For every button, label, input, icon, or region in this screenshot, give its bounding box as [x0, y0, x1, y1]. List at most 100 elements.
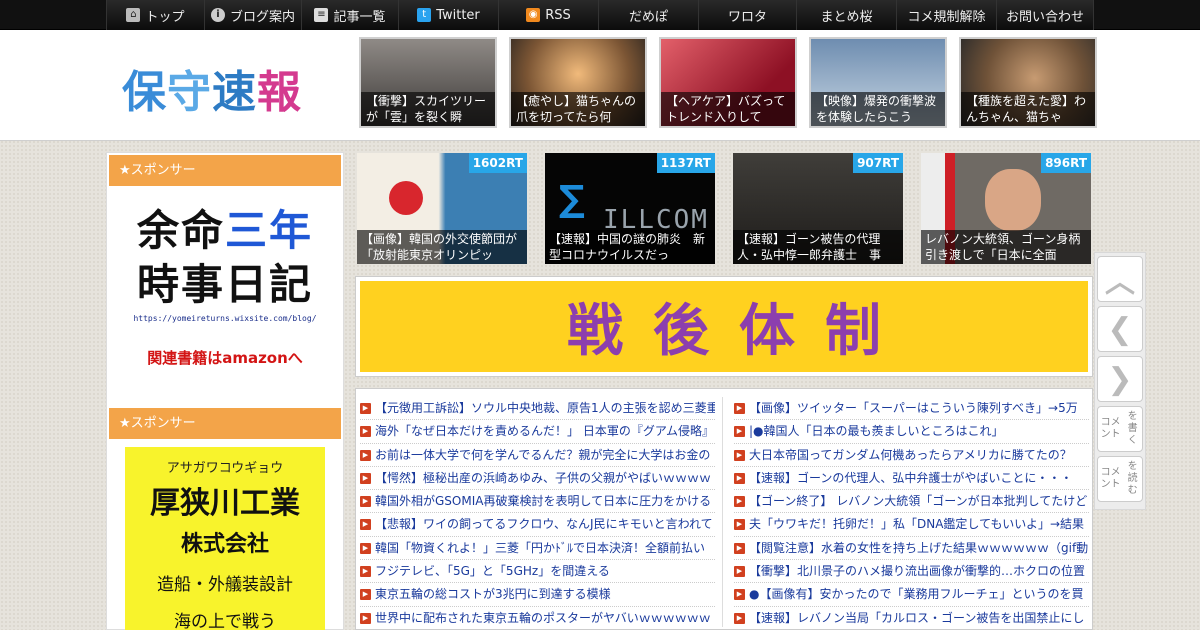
nav-blog-guide[interactable]: i ブログ案内 [204, 0, 301, 30]
home-icon: ⌂ [126, 8, 141, 22]
news-list-item[interactable]: ▶ 海外「なぜ日本だけを責めるんだ！」 日本軍の『グアム侵略』 [360, 420, 715, 444]
rt-article-card[interactable]: 907RT 【速報】ゴーン被告の代理人・弘中惇一郎弁護士 事 [733, 153, 903, 264]
banner-text: 戦後体制 [567, 299, 911, 364]
news-list-item[interactable]: ▶ 【悲報】ワイの飼ってるフクロウ、なんJ民にキモいと言われて [360, 513, 715, 537]
news-title: 【閲覧注意】水着の女性を持ち上げた結果ｗｗｗｗｗｗ（gif動 [749, 540, 1089, 555]
card-image [985, 169, 1041, 231]
thumb-caption: 【映像】爆発の衝撃波を体験したらこう [811, 92, 945, 126]
bullet-arrow-icon: ▶ [734, 566, 745, 578]
previous-page-button[interactable]: ❮ [1097, 306, 1143, 352]
news-list-item[interactable]: ▶ 【衝撃】北川景子のハメ撮り流出画像が衝撃的…ホクロの位置 [734, 560, 1089, 584]
news-title: お前は一体大学で何を学んでるんだ？親が完全に大学はお金の [375, 447, 711, 462]
banner-ad[interactable]: 戦後体制 [355, 276, 1093, 377]
info-icon: i [210, 8, 225, 22]
column-divider [722, 397, 723, 627]
rt-article-card[interactable]: 896RT レバノン大統領、ゴーン身柄引き渡しで「日本に全面 [921, 153, 1091, 264]
news-title: 【ゴーン終了】 レバノン大統領「ゴーンが日本批判してたけど [749, 494, 1088, 509]
floating-nav: ︿ ❮ ❯ コメント を書く コメント を読む [1094, 252, 1146, 510]
news-list-item[interactable]: ▶ 世界中に配布された東京五輪のポスターがヤバいｗｗｗｗｗｗ [360, 607, 715, 629]
nav-matome-sakura[interactable]: まとめ桜 [796, 0, 896, 30]
news-title: フジテレビ、「5G」と「5GHz」を間違える [375, 564, 610, 579]
sponsor-ad-asagawa[interactable]: アサガワコウギョウ 厚狭川工業 株式会社 造船・外艤装設計 海の上で戦う [125, 447, 325, 630]
bullet-arrow-icon: ▶ [734, 403, 745, 414]
ad-amazon-link[interactable]: 関連書籍はamazonへ [107, 347, 343, 368]
read-comment-button[interactable]: コメント を読む [1097, 456, 1143, 502]
bullet-arrow-icon: ▶ [734, 519, 745, 531]
news-list-item[interactable]: ▶ 【速報】レバノン当局「カルロス・ゴーン被告を出国禁止にし [734, 607, 1089, 629]
card-caption: 【速報】中国の謎の肺炎 新型コロナウイルスだっ [545, 230, 715, 264]
bullet-arrow-icon: ▶ [734, 472, 745, 484]
rt-article-card[interactable]: ∑ ILLCOM 1137RT 【速報】中国の謎の肺炎 新型コロナウイルスだっ [545, 153, 715, 264]
sponsor-heading: ★スポンサー [109, 155, 341, 186]
news-list-item[interactable]: ▶ 韓国外相がGSOMIA再破棄検討を表明して日本に圧力をかける [360, 490, 715, 514]
news-list-item[interactable]: ▶ 韓国「物資くれよ！」三菱「円かﾄﾞﾙで日本決済！全額前払い [360, 537, 715, 561]
ad-line-2: 時事日記 [136, 260, 313, 309]
news-title: 【元徴用工訴訟】ソウル中央地裁、原告1人の主張を認め三菱重 [375, 401, 715, 415]
bullet-arrow-icon: ▶ [360, 472, 371, 484]
nav-contact[interactable]: お問い合わせ [996, 0, 1094, 30]
rss-icon: ◉ [526, 8, 541, 22]
rt-count-badge: 1602RT [468, 153, 527, 173]
news-list-item[interactable]: ▶ 夫「ウワキだ！托卵だ！」私「DNA鑑定してもいいよ」→結果 [734, 513, 1089, 537]
nav-items: ⌂ トップ i ブログ案内 ≡ 記事一覧 t Twitter ◉ RSS だめぽ ワロタ … [106, 0, 1094, 30]
popular-articles-row: 1602RT 【画像】韓国の外交使節団が「放射能東京オリンピッ ∑ ILLCOM… [357, 153, 1091, 264]
nav-damepo[interactable]: だめぽ [598, 0, 698, 30]
nav-twitter[interactable]: t Twitter [398, 0, 498, 30]
thumb-caption: 【衝撃】スカイツリーが「雲」を裂く瞬 [361, 92, 495, 126]
rt-count-badge: 896RT [1041, 153, 1091, 173]
top-navigation-bar: ⌂ トップ i ブログ案内 ≡ 記事一覧 t Twitter ◉ RSS だめぽ ワロタ … [0, 0, 1200, 30]
bullet-arrow-icon: ▶ [360, 519, 371, 531]
ad-company-tagline: 海の上で戦う [174, 612, 276, 630]
bullet-arrow-icon: ▶ [734, 589, 745, 601]
sponsor-ad-yomei[interactable]: 余命三年 時事日記 https://yomeireturns.wixsite.c… [107, 186, 343, 396]
banner-inner: 戦後体制 [360, 281, 1088, 372]
site-logo[interactable]: 保守速報 [122, 56, 302, 120]
site-header: 保守速報 【衝撃】スカイツリーが「雲」を裂く瞬 【癒やし】猫ちゃんの爪を切ってた… [0, 30, 1200, 141]
bullet-arrow-icon: ▶ [360, 449, 371, 461]
news-list-item[interactable]: ▶ 大日本帝国ってガンダム何機あったらアメリカに勝てたの？ [734, 444, 1089, 467]
news-list-item[interactable]: ▶ ●【画像有】安かったので「業務用フルーチェ」というのを買 [734, 583, 1089, 607]
rt-article-card[interactable]: 1602RT 【画像】韓国の外交使節団が「放射能東京オリンピッ [357, 153, 527, 264]
twitter-icon: t [417, 8, 432, 22]
header-thumb-article[interactable]: 【癒やし】猫ちゃんの爪を切ってたら何 [509, 37, 647, 128]
news-title: 【速報】ゴーンの代理人、弘中弁護士がやばいことに・・・ [749, 470, 1073, 485]
news-list-item[interactable]: ▶ |●韓国人「日本の最も羨ましいところはこれ」 [734, 420, 1089, 444]
news-title: 韓国「物資くれよ！」三菱「円かﾄﾞﾙで日本決済！全額前払い [375, 540, 706, 555]
header-thumb-article[interactable]: 【映像】爆発の衝撃波を体験したらこう [809, 37, 947, 128]
news-column-right: ▶ 【画像】ツイッター「スーパーはこういう陳列すべき」→5万 ▶ |●韓国人「日本の最… [734, 397, 1089, 629]
left-chevron-icon: ❮ [1107, 311, 1133, 347]
sponsor-heading: ★スポンサー [109, 408, 341, 439]
news-title: 【愕然】極秘出産の浜崎あゆみ、子供の父親がやばいｗｗｗｗ [375, 470, 712, 485]
news-title: 【悲報】ワイの飼ってるフクロウ、なんJ民にキモいと言われて [375, 517, 713, 532]
ad-company-name: 厚狭川工業 [150, 486, 300, 521]
bullet-arrow-icon: ▶ [360, 426, 371, 438]
scroll-top-button[interactable]: ︿ [1097, 256, 1143, 302]
news-list-item[interactable]: ▶ お前は一体大学で何を学んでるんだ？親が完全に大学はお金の [360, 444, 715, 467]
header-thumb-article[interactable]: 【衝撃】スカイツリーが「雲」を裂く瞬 [359, 37, 497, 128]
ad-company-kana: アサガワコウギョウ [166, 461, 284, 476]
ad-company-type: 株式会社 [180, 532, 269, 557]
news-list-item[interactable]: ▶ フジテレビ、「5G」と「5GHz」を間違える [360, 560, 715, 584]
nav-top[interactable]: ⌂ トップ [106, 0, 204, 30]
news-list-item[interactable]: ▶ 【速報】ゴーンの代理人、弘中弁護士がやばいことに・・・ [734, 467, 1089, 491]
next-page-button[interactable]: ❯ [1097, 356, 1143, 402]
news-link-list: ▶ 【元徴用工訴訟】ソウル中央地裁、原告1人の主張を認め三菱重 ▶ 海外「なぜ日本だけ… [355, 388, 1093, 630]
news-list-item[interactable]: ▶ 【ゴーン終了】 レバノン大統領「ゴーンが日本批判してたけど [734, 490, 1089, 514]
nav-warota[interactable]: ワロタ [698, 0, 796, 30]
ad-company-desc: 造船・外艤装設計 [157, 575, 293, 595]
news-list-item[interactable]: ▶ 【元徴用工訴訟】ソウル中央地裁、原告1人の主張を認め三菱重 [360, 397, 715, 421]
news-title: 夫「ウワキだ！托卵だ！」私「DNA鑑定してもいいよ」→結果 [749, 517, 1085, 532]
header-thumb-article[interactable]: 【種族を超えた愛】わんちゃん、猫ちゃ [959, 37, 1097, 128]
news-list-item[interactable]: ▶ 【愕然】極秘出産の浜崎あゆみ、子供の父親がやばいｗｗｗｗ [360, 467, 715, 491]
write-comment-button[interactable]: コメント を書く [1097, 406, 1143, 452]
card-image [389, 181, 423, 215]
nav-article-list[interactable]: ≡ 記事一覧 [301, 0, 398, 30]
bullet-arrow-icon: ▶ [734, 496, 745, 508]
news-list-item[interactable]: ▶ 【閲覧注意】水着の女性を持ち上げた結果ｗｗｗｗｗｗ（gif動 [734, 537, 1089, 561]
nav-comment-unblock[interactable]: コメ規制解除 [896, 0, 996, 30]
news-list-item[interactable]: ▶ 東京五輪の総コストが3兆円に到達する模様 [360, 583, 715, 607]
news-title: 【画像】ツイッター「スーパーはこういう陳列すべき」→5万 [749, 401, 1078, 415]
nav-rss[interactable]: ◉ RSS [498, 0, 598, 30]
header-thumb-article[interactable]: 【ヘアケア】バズってトレンド入りして [659, 37, 797, 128]
news-list-item[interactable]: ▶ 【画像】ツイッター「スーパーはこういう陳列すべき」→5万 [734, 397, 1089, 421]
